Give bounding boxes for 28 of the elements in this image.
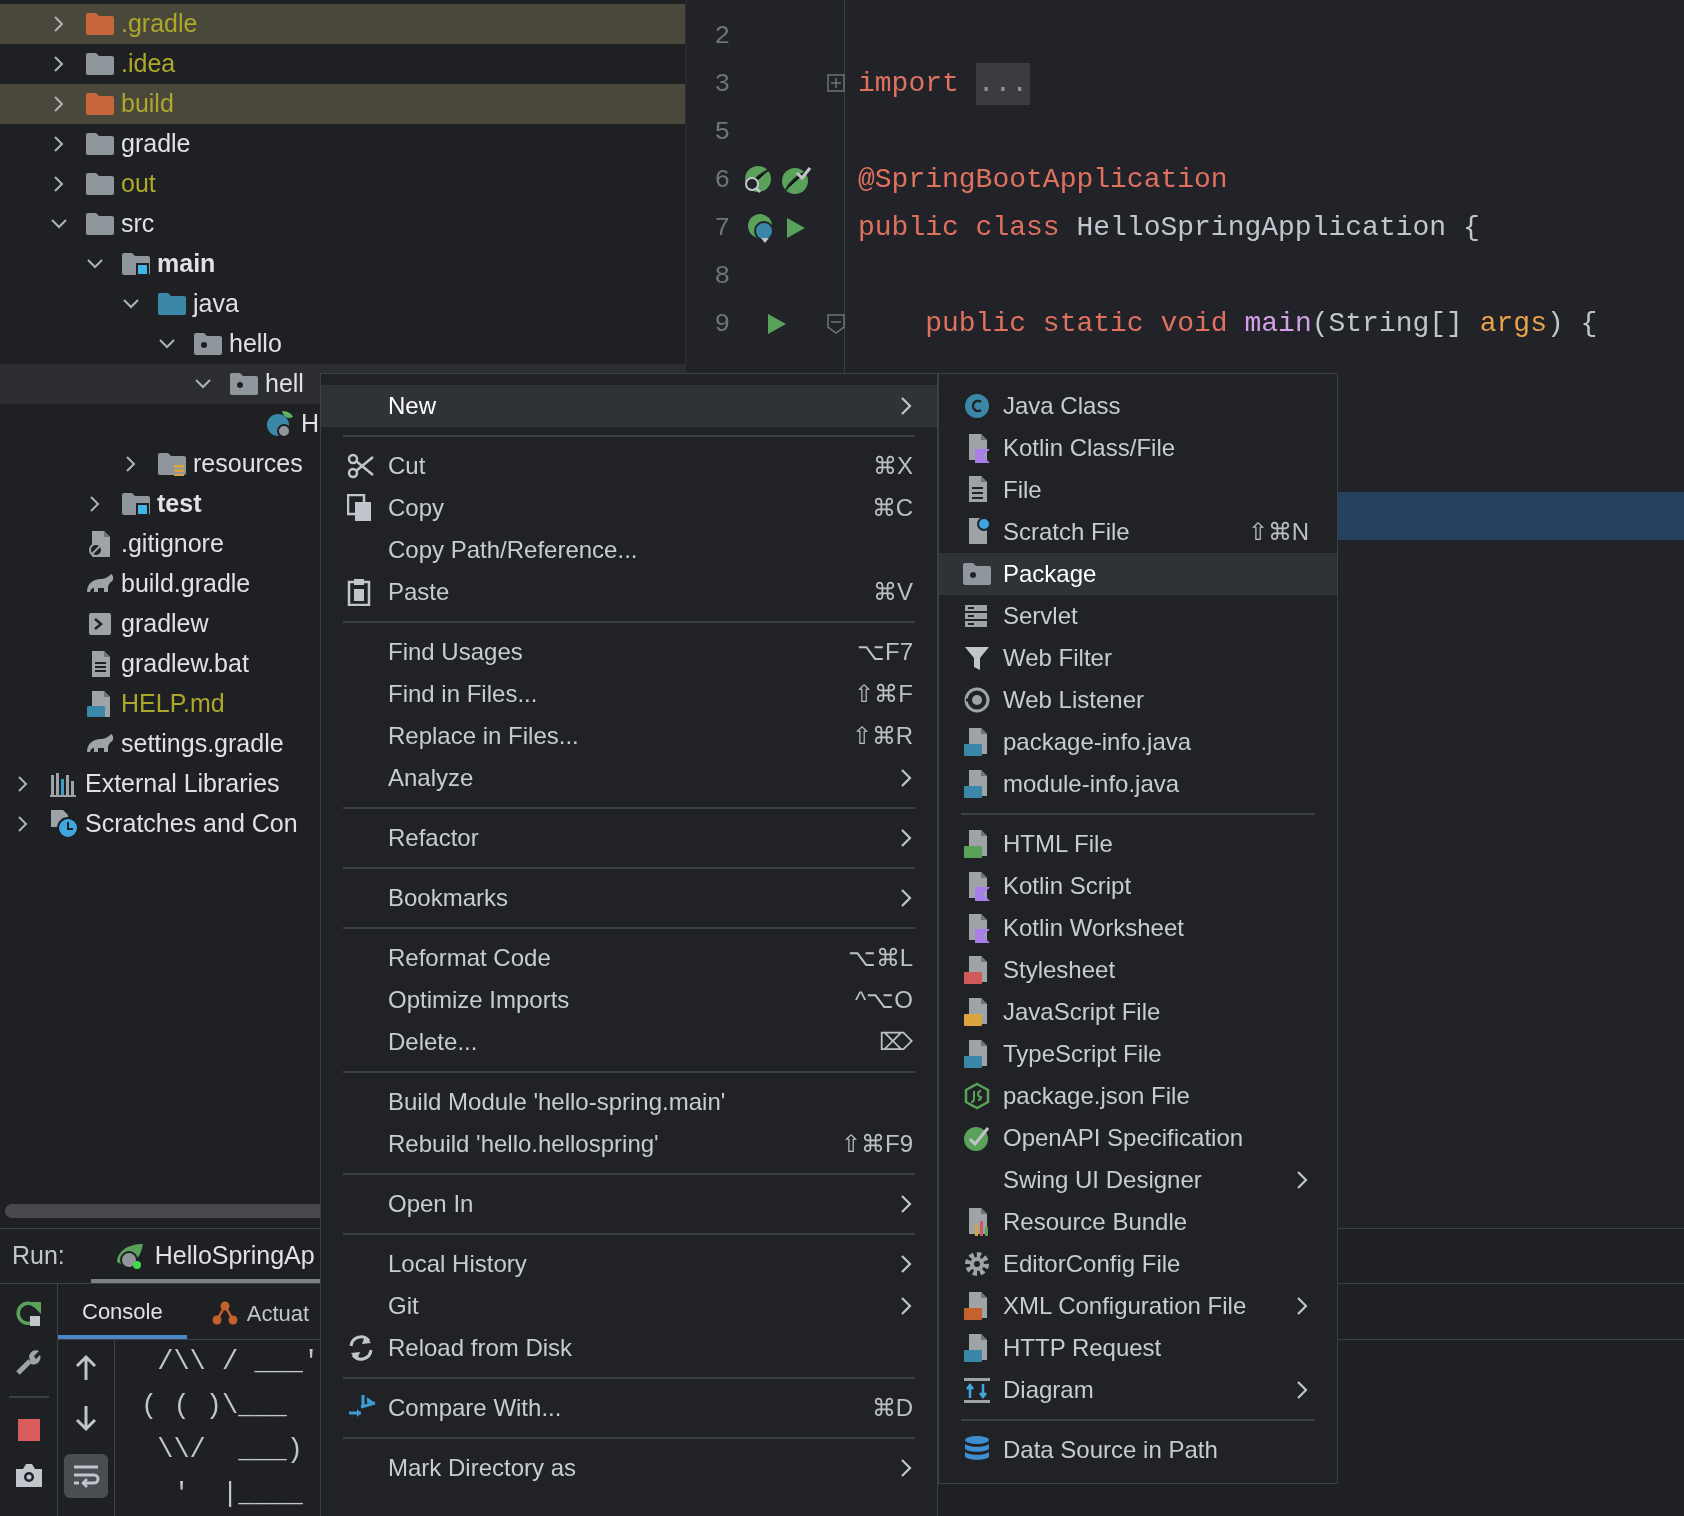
shortcut-label: ⌥F7 [857,637,913,667]
shortcut-label: ⌥⌘L [847,943,913,973]
shortcut-label: ⌘V [873,577,913,607]
code-line: public class HelloSpringApplication { [858,211,1480,245]
shortcut-label: ⌦ [879,1027,913,1057]
shortcut-label: ^⌥O [855,985,913,1015]
panel-label: Run: [12,1240,65,1272]
console-line: \\/ ___) [156,1433,304,1467]
shortcut-label: ⇧⌘F [854,679,913,709]
console-line: ' |____ [172,1477,304,1511]
shortcut-label: ⌘X [873,451,913,481]
line-number: 3 [713,67,730,101]
code-line: @SpringBootApplication [858,163,1228,197]
line-number: 6 [713,163,730,197]
line-number: 2 [713,19,730,53]
console-line: /\\ / ___' [156,1345,320,1379]
line-number: 9 [713,307,730,341]
line-number: 5 [713,115,730,149]
shortcut-label: ⌘C [871,493,913,523]
shortcut-label: ⌘D [871,1393,913,1423]
line-number: 8 [713,259,730,293]
shortcut-label: ⇧⌘R [851,721,913,751]
console-line: ( ( )\___ [141,1389,287,1423]
code-line: import [858,67,960,101]
code-line: public static void main(String[] args) { [924,307,1598,341]
shortcut-label: ⇧⌘F9 [841,1129,913,1159]
line-number: 7 [713,211,730,245]
shortcut-label: ⇧⌘N [1247,517,1309,547]
